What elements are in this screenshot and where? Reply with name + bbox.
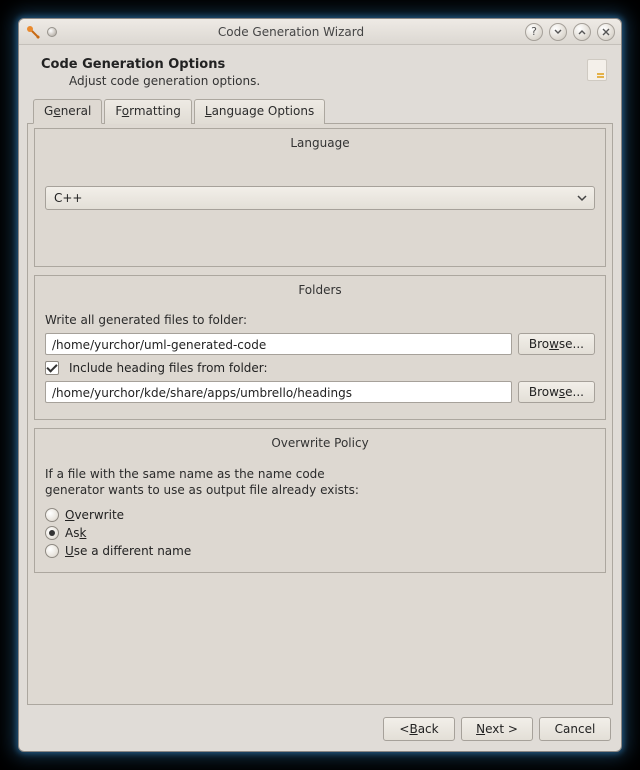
tab-language-options[interactable]: Language Options <box>194 99 325 124</box>
include-headings-label: Include heading files from folder: <box>69 361 268 375</box>
group-language-title: Language <box>45 136 595 150</box>
page-subtitle: Adjust code generation options. <box>69 74 587 88</box>
page-icon <box>587 59 607 81</box>
radio-ask-input[interactable] <box>45 526 59 540</box>
cancel-button[interactable]: Cancel <box>539 717 611 741</box>
tabstrip: General Formatting Language Options <box>27 98 613 123</box>
maximize-button[interactable] <box>573 23 591 41</box>
radio-different-name-input[interactable] <box>45 544 59 558</box>
wizard-header: Code Generation Options Adjust code gene… <box>19 45 621 98</box>
browse-headings-button[interactable]: Browse... <box>518 381 595 403</box>
group-folders-title: Folders <box>45 283 595 297</box>
wizard-window: Code Generation Wizard ? Code Generation… <box>18 18 622 752</box>
tab-panel: Language C++ Folders Write all generated… <box>27 123 613 705</box>
headings-path-field[interactable]: /home/yurchor/kde/share/apps/umbrello/he… <box>45 381 512 403</box>
group-language: Language C++ <box>34 128 606 267</box>
group-overwrite-policy: Overwrite Policy If a file with the same… <box>34 428 606 573</box>
language-selected: C++ <box>54 191 576 205</box>
language-combo[interactable]: C++ <box>45 186 595 210</box>
wizard-footer: < Back Next > Cancel <box>19 709 621 751</box>
back-button[interactable]: < Back <box>383 717 455 741</box>
tab-general[interactable]: General <box>33 99 102 124</box>
window-menu-icon[interactable] <box>47 27 57 37</box>
include-headings-checkbox[interactable] <box>45 361 59 375</box>
close-button[interactable] <box>597 23 615 41</box>
output-path-field[interactable]: /home/yurchor/uml-generated-code <box>45 333 512 355</box>
app-icon <box>25 24 41 40</box>
group-policy-title: Overwrite Policy <box>45 436 595 450</box>
write-folder-label: Write all generated files to folder: <box>45 313 595 327</box>
next-button[interactable]: Next > <box>461 717 533 741</box>
radio-ask[interactable]: Ask <box>45 526 595 540</box>
group-folders: Folders Write all generated files to fol… <box>34 275 606 420</box>
help-button[interactable]: ? <box>525 23 543 41</box>
radio-overwrite-input[interactable] <box>45 508 59 522</box>
tab-formatting[interactable]: Formatting <box>104 99 192 124</box>
window-title: Code Generation Wizard <box>63 25 519 39</box>
page-title: Code Generation Options <box>41 57 587 72</box>
radio-overwrite[interactable]: Overwrite <box>45 508 595 522</box>
browse-output-button[interactable]: Browse... <box>518 333 595 355</box>
radio-different-name[interactable]: Use a different name <box>45 544 595 558</box>
titlebar: Code Generation Wizard ? <box>19 19 621 45</box>
policy-description: If a file with the same name as the name… <box>45 466 595 498</box>
chevron-down-icon <box>576 192 588 204</box>
minimize-button[interactable] <box>549 23 567 41</box>
